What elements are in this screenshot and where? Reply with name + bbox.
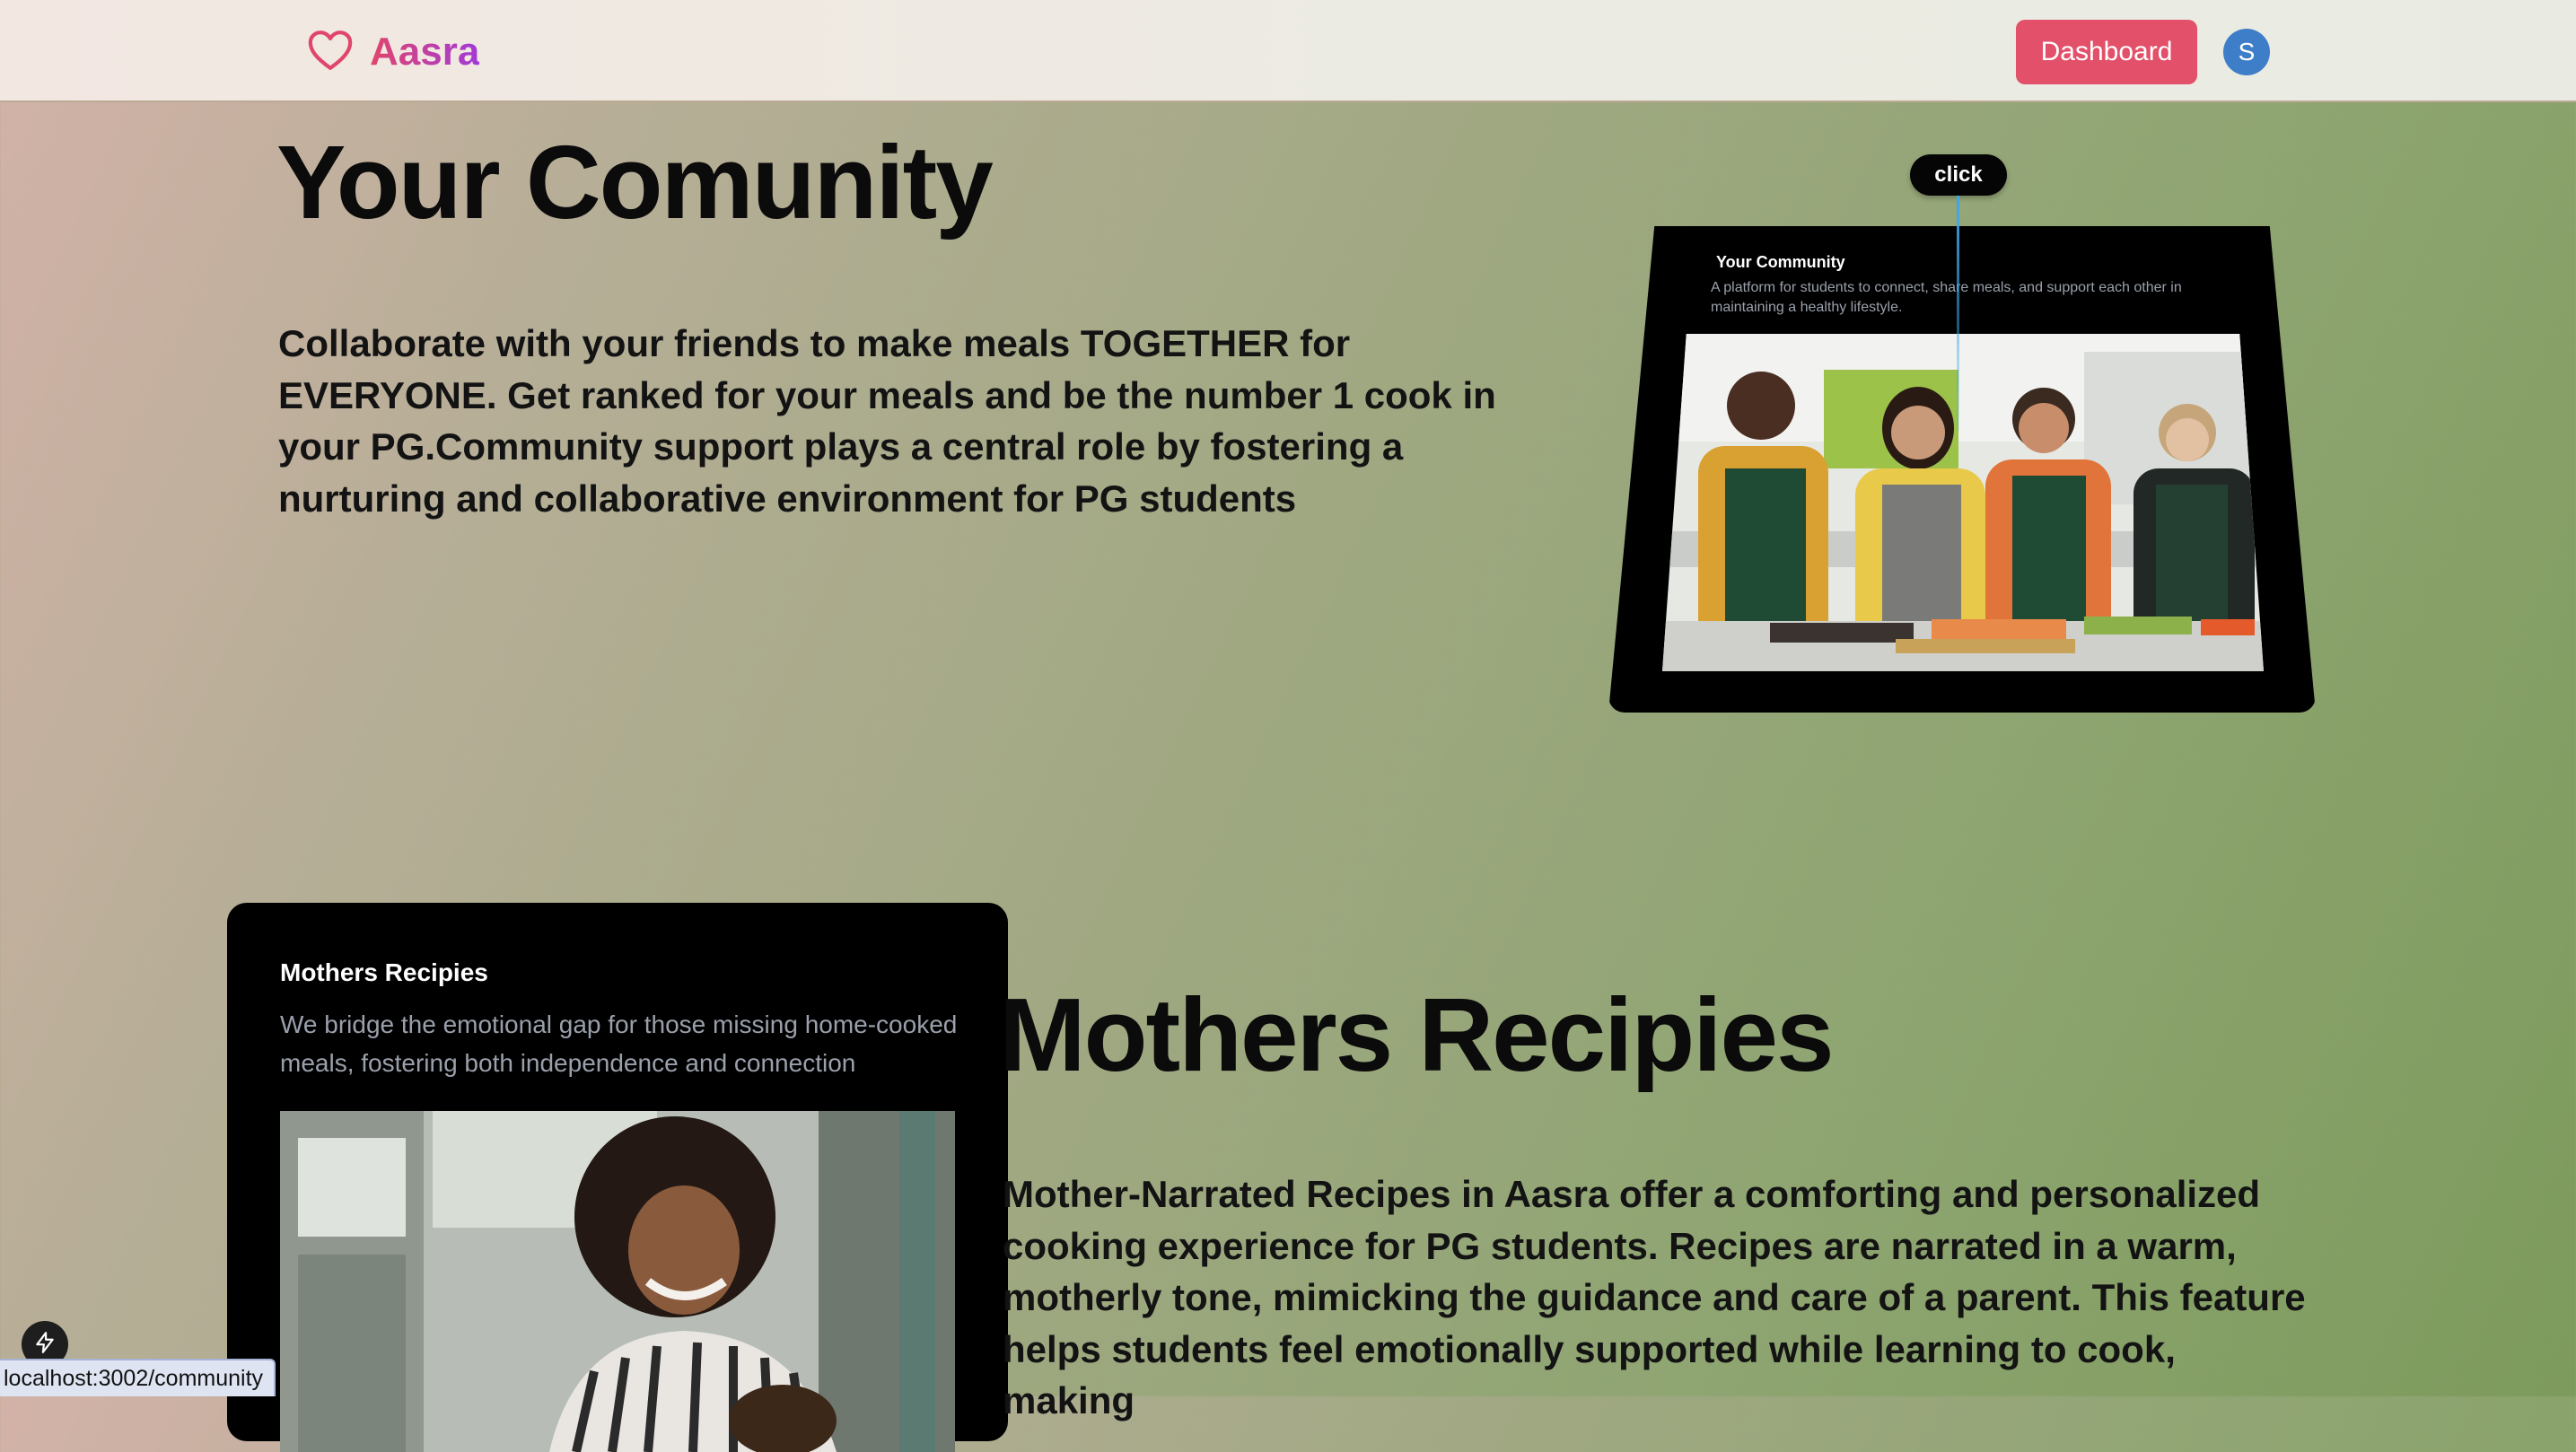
mothers-recipes-card[interactable]: Mothers Recipies We bridge the emotional…: [227, 903, 1008, 1452]
mothers-recipes-title: Mothers Recipies: [999, 976, 1835, 1093]
browser-status-url: localhost:3002/community: [0, 1359, 276, 1396]
lightning-icon: [33, 1331, 57, 1359]
mothers-recipes-card-title: Mothers Recipies: [280, 958, 488, 986]
brand-logo[interactable]: Aasra: [305, 25, 479, 79]
community-description: Collaborate with your friends to make me…: [278, 322, 1496, 520]
heart-icon: [305, 25, 355, 80]
mother-cooking-photo: [280, 1111, 955, 1452]
community-card-description: A platform for students to connect, shar…: [1711, 280, 2182, 315]
user-avatar[interactable]: S: [2223, 29, 2270, 75]
community-cooking-photo: [1662, 334, 2264, 671]
mothers-recipes-card-description: We bridge the emotional gap for those mi…: [280, 1010, 958, 1077]
top-navbar: Aasra Dashboard S: [0, 0, 2576, 102]
click-chip[interactable]: click: [1910, 154, 2007, 196]
community-title: Your Comunity: [276, 124, 994, 241]
click-pointer-line: [1957, 196, 1959, 431]
mothers-recipes-description: Mother-Narrated Recipes in Aasra offer a…: [1003, 1173, 2306, 1421]
dashboard-button[interactable]: Dashboard: [2016, 20, 2197, 84]
community-card-title: Your Community: [1716, 253, 1845, 271]
brand-name: Aasra: [370, 30, 480, 74]
community-card[interactable]: Your Community A platform for students t…: [1608, 226, 2316, 713]
